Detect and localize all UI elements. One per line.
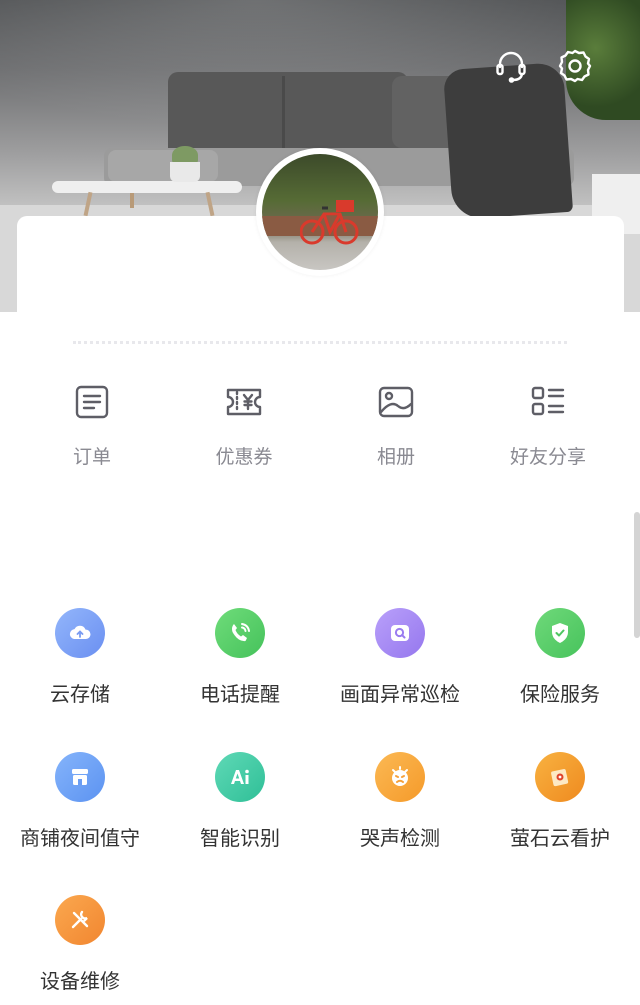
coupons-button[interactable]: 优惠券 [184, 382, 304, 482]
service-phone-alert[interactable]: 电话提醒 [160, 608, 320, 718]
service-label: 商铺夜间值守 [20, 826, 140, 850]
avatar-photo [262, 154, 378, 270]
shield-icon [535, 608, 585, 658]
album-label: 相册 [376, 446, 415, 468]
service-ai-recognition[interactable]: 智能识别 [160, 752, 320, 862]
phone-alert-icon [215, 608, 265, 658]
coupons-label: 优惠券 [215, 446, 273, 468]
service-label: 云存储 [50, 682, 110, 706]
service-label: 保险服务 [520, 682, 600, 706]
share-button[interactable]: 好友分享 [488, 382, 608, 482]
sofa-seat-cushion [108, 150, 218, 182]
service-label: 设备维修 [40, 969, 120, 993]
repair-icon [55, 895, 105, 945]
divider [73, 341, 567, 344]
service-device-repair[interactable]: 设备维修 [0, 895, 160, 1005]
service-screen-check[interactable]: 画面异常巡检 [320, 608, 480, 718]
service-insurance[interactable]: 保险服务 [480, 608, 640, 718]
service-ezviz-care[interactable]: 萤石云看护 [480, 752, 640, 862]
coupon-icon [224, 382, 264, 422]
service-label: 萤石云看护 [510, 826, 610, 850]
album-button[interactable]: 相册 [336, 382, 456, 482]
store-icon [55, 752, 105, 802]
ai-icon [215, 752, 265, 802]
service-label: 电话提醒 [200, 682, 280, 706]
orders-icon [72, 382, 112, 422]
service-label: 哭声检测 [360, 826, 440, 850]
ezviz-care-icon [535, 752, 585, 802]
share-icon [528, 382, 568, 422]
sofa-cushion-seam [282, 76, 285, 154]
headset-icon[interactable] [493, 48, 529, 84]
service-cloud-storage[interactable]: 云存储 [0, 608, 160, 718]
album-icon [376, 382, 416, 422]
baby-cry-icon [375, 752, 425, 802]
service-cry-detection[interactable]: 哭声检测 [320, 752, 480, 862]
cloud-storage-icon [55, 608, 105, 658]
service-label: 画面异常巡检 [340, 682, 460, 706]
screen-check-icon [375, 608, 425, 658]
orders-button[interactable]: 订单 [32, 382, 152, 482]
orders-label: 订单 [72, 446, 111, 468]
bicycle-image [300, 200, 359, 245]
coffee-table [52, 181, 242, 193]
service-label: 智能识别 [200, 826, 280, 850]
throw-blanket [442, 61, 574, 221]
settings-icon[interactable] [557, 48, 593, 84]
sofa-backrest [168, 72, 408, 158]
small-pot [170, 162, 200, 182]
share-label: 好友分享 [509, 446, 586, 468]
avatar[interactable] [256, 148, 384, 276]
service-store-night-watch[interactable]: 商铺夜间值守 [0, 752, 160, 862]
